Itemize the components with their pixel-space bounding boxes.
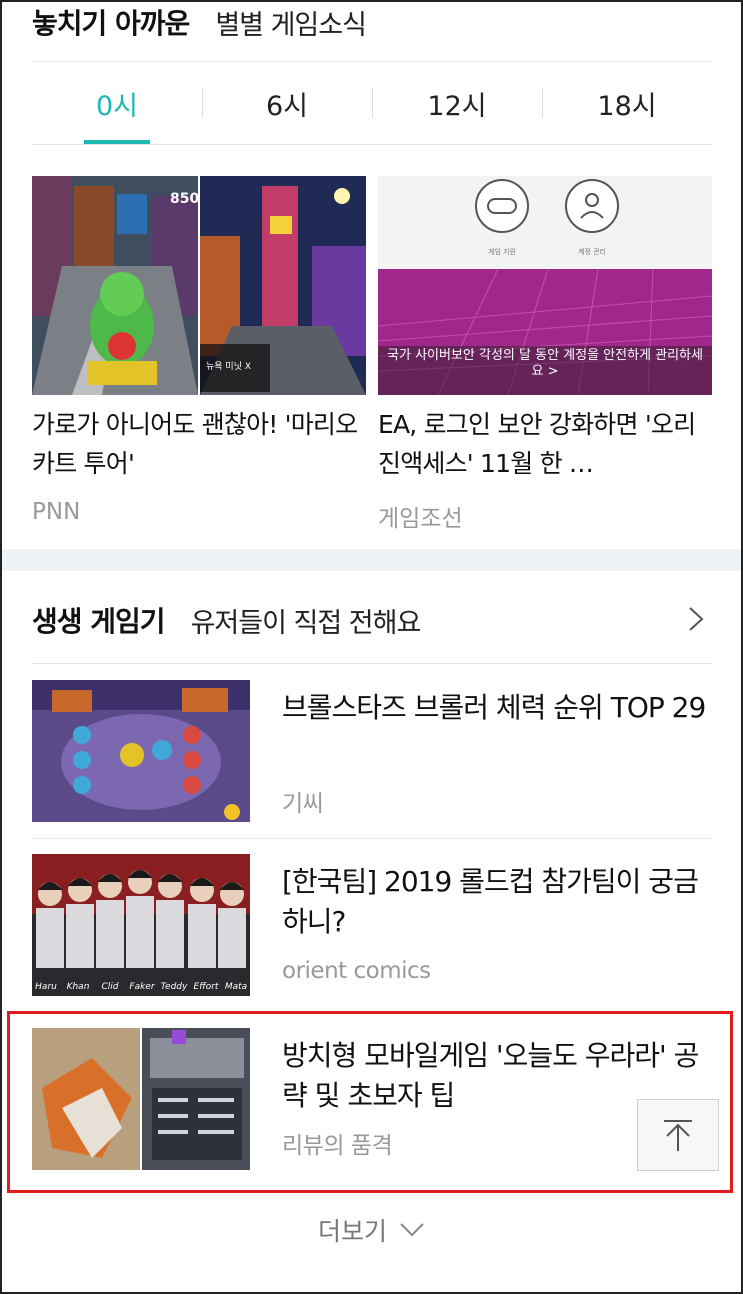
news-card-title: 가로가 아니어도 괜찮아! '마리오 카트 투어' xyxy=(32,410,358,478)
news-card-source: 게임조선 xyxy=(378,506,463,532)
list-item-source: 기씨 xyxy=(282,791,324,817)
news-card-mario-kart[interactable]: 850 뉴욕 미닛 X 가로가 아니어도 괜찮아! '마리오 카트 투어' PN… xyxy=(32,176,366,525)
divider xyxy=(32,663,712,664)
player-name: Khan xyxy=(67,982,90,992)
time-tabs: 0시 6시 12시 18시 xyxy=(32,62,712,144)
player-name: Effort xyxy=(194,982,219,992)
news-card-ea[interactable]: 게임 지원 계정 관리 국가 사이버보안 각성의 달 동안 계정을 안전하게 관… xyxy=(378,176,712,533)
more-button[interactable]: 더보기 xyxy=(0,1210,743,1250)
worlds-team-thumbnail: Haru Khan Clid Faker Teddy Effort Mata xyxy=(32,854,250,996)
list-item-brawl-stars[interactable]: 브롤스타즈 브롤러 체력 순위 TOP 29 기씨 xyxy=(32,680,712,822)
player-name: Faker xyxy=(129,982,155,992)
news-card-title: EA, 로그인 보안 강화하면 '오리진액세스' 11월 한 … xyxy=(378,410,696,478)
player-text: 뉴욕 미닛 X xyxy=(206,361,251,372)
section-header-game-news: 놓치기 아까운 별별 게임소식 xyxy=(32,0,367,44)
list-item-source: orient comics xyxy=(282,958,431,984)
brawl-stars-thumbnail xyxy=(32,680,250,822)
player-name: Teddy xyxy=(161,982,188,992)
list-item-title: [한국팀] 2019 롤드컵 참가팀이 궁금하니? xyxy=(282,865,699,938)
section-header-user-posts: 생생 게임기 유저들이 직접 전해요 xyxy=(32,596,712,644)
player-name: Haru xyxy=(35,982,57,992)
player-name: Mata xyxy=(225,982,247,992)
section-separator xyxy=(0,549,743,571)
mario-kart-thumbnail: 850 뉴욕 미닛 X xyxy=(32,176,366,395)
scroll-to-top-button[interactable] xyxy=(637,1099,719,1171)
icon-label: 계정 관리 xyxy=(578,247,606,256)
news-card-source: PNN xyxy=(32,499,81,525)
chevron-right-icon[interactable] xyxy=(682,606,708,632)
tab-18[interactable]: 18시 xyxy=(542,62,712,144)
tab-12[interactable]: 12시 xyxy=(372,62,542,144)
divider xyxy=(32,838,712,839)
list-item-title: 브롤스타즈 브롤러 체력 순위 TOP 29 xyxy=(282,691,706,724)
section-title: 생생 게임기 xyxy=(32,605,166,638)
more-label: 더보기 xyxy=(317,1217,387,1246)
chevron-down-icon xyxy=(400,1223,424,1237)
arrow-up-icon xyxy=(664,1120,692,1151)
divider xyxy=(32,144,712,145)
section-subtitle: 유저들이 직접 전해요 xyxy=(190,607,422,639)
icon-label: 게임 지원 xyxy=(488,247,516,256)
banner-text: 국가 사이버보안 각성의 달 동안 계정을 안전하게 관리하세요 > xyxy=(387,348,703,379)
highlight-box xyxy=(7,1011,733,1193)
section-subtitle: 별별 게임소식 xyxy=(215,9,367,41)
tab-0[interactable]: 0시 xyxy=(32,62,202,144)
list-item-worlds-teams[interactable]: Haru Khan Clid Faker Teddy Effort Mata [… xyxy=(32,854,712,996)
score-text: 850 xyxy=(170,191,199,207)
ea-origin-thumbnail: 게임 지원 계정 관리 국가 사이버보안 각성의 달 동안 계정을 안전하게 관… xyxy=(378,176,712,395)
tab-6[interactable]: 6시 xyxy=(202,62,372,144)
player-name: Clid xyxy=(102,982,119,992)
section-title: 놓치기 아까운 xyxy=(32,7,190,40)
